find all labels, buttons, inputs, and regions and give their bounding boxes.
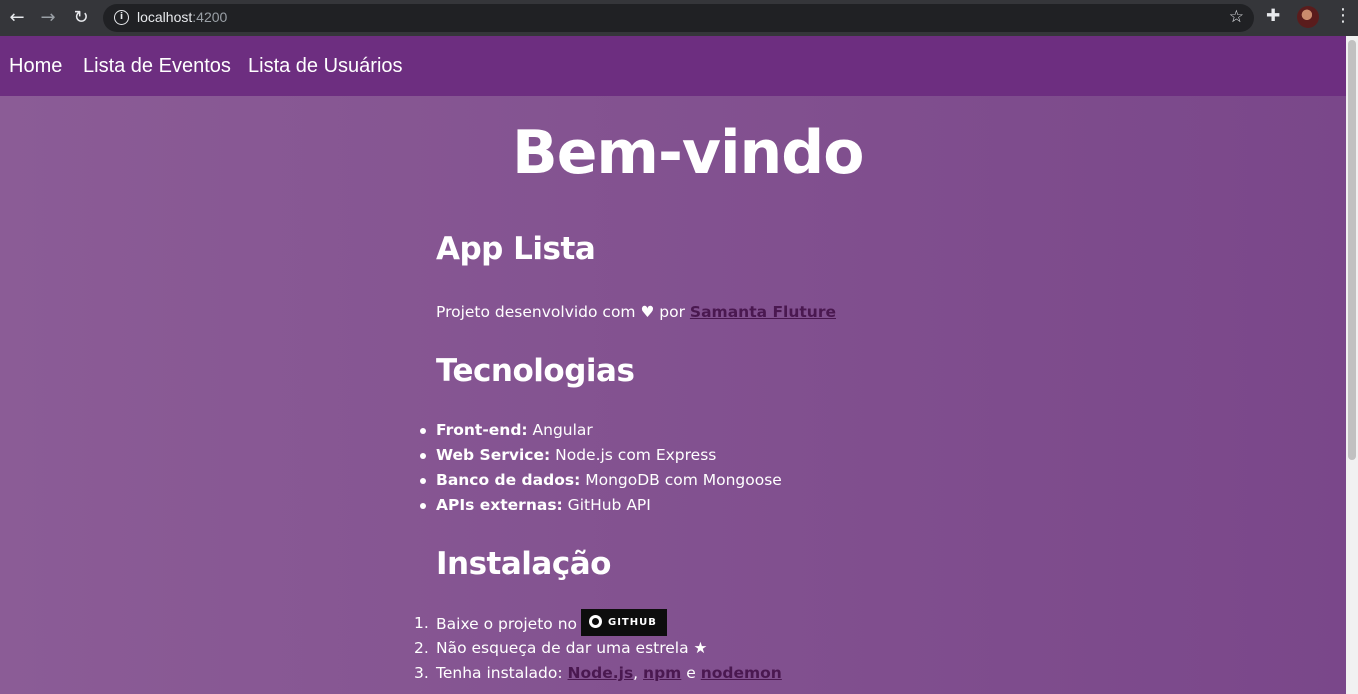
github-badge[interactable]: GITHUB	[581, 609, 667, 636]
node-link[interactable]: Node.js	[568, 664, 634, 682]
github-icon	[589, 614, 602, 628]
nav-home[interactable]: Home	[9, 55, 62, 78]
list-item: 1. Baixe o projeto no GITHUB	[414, 609, 782, 636]
info-icon[interactable]: i	[114, 10, 129, 25]
page: Home Lista de Eventos Lista de Usuários …	[0, 36, 1346, 694]
app-heading: App Lista	[436, 231, 596, 267]
browser-toolbar: ← → ↻ i localhost:4200 ☆ ✚ ⋮	[0, 0, 1358, 36]
list-item: Front-end: Angular	[420, 418, 782, 443]
heart-icon: ♥	[640, 303, 655, 321]
author-link[interactable]: Samanta Fluture	[690, 303, 836, 321]
nav-lista-usuarios[interactable]: Lista de Usuários	[248, 55, 403, 78]
star-icon[interactable]: ☆	[1229, 7, 1244, 27]
scrollbar-thumb[interactable]	[1348, 40, 1356, 460]
list-item: Web Service: Node.js com Express	[420, 443, 782, 468]
tech-heading: Tecnologias	[436, 353, 635, 389]
page-title: Bem-vindo	[512, 118, 864, 188]
list-item: 2. Não esqueça de dar uma estrela ★	[414, 639, 708, 657]
back-icon[interactable]: ←	[6, 7, 28, 29]
npm-link[interactable]: npm	[643, 664, 681, 682]
url-text[interactable]: localhost:4200	[137, 9, 227, 25]
avatar[interactable]	[1297, 6, 1319, 28]
puzzle-icon[interactable]: ✚	[1266, 6, 1280, 26]
install-list: 1. Baixe o projeto no GITHUB 2. Não esqueça…	[414, 609, 782, 686]
nav-lista-eventos[interactable]: Lista de Eventos	[83, 55, 231, 78]
address-bar[interactable]: i localhost:4200 ☆	[103, 4, 1254, 32]
list-item: 3. Tenha instalado: Node.js, npm e nodemo…	[414, 664, 782, 682]
list-item: Banco de dados: MongoDB com Mongoose	[420, 468, 782, 493]
install-heading: Instalação	[436, 546, 611, 582]
tech-list: Front-end: Angular Web Service: Node.js …	[420, 418, 782, 518]
nodemon-link[interactable]: nodemon	[701, 664, 782, 682]
reload-icon[interactable]: ↻	[70, 7, 92, 29]
list-item: APIs externas: GitHub API	[420, 493, 782, 518]
scrollbar[interactable]	[1346, 36, 1358, 694]
more-icon[interactable]: ⋮	[1334, 5, 1352, 26]
forward-icon[interactable]: →	[37, 7, 59, 29]
navbar: Home Lista de Eventos Lista de Usuários	[0, 36, 1346, 96]
intro-text: Projeto desenvolvido com ♥ por Samanta F…	[436, 303, 836, 321]
